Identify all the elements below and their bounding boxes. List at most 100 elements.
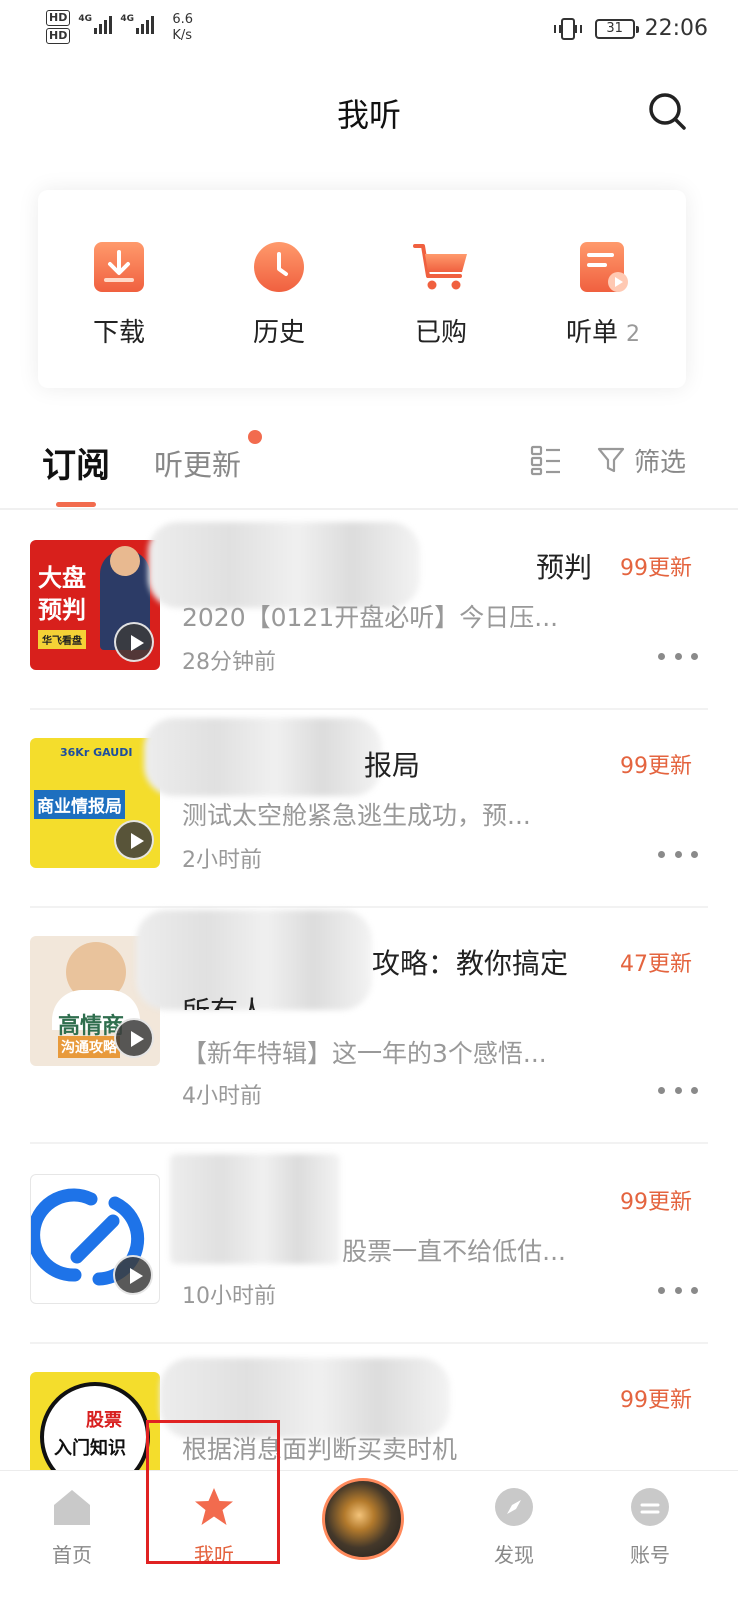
more-button[interactable]	[658, 848, 698, 860]
more-dot-icon	[658, 1286, 665, 1294]
item-title: 报局	[363, 749, 420, 782]
item-description: 2020【0121开盘必听】今日压...	[182, 603, 559, 632]
more-dot-icon	[691, 1286, 698, 1294]
network-type-2: 4G	[120, 14, 134, 24]
layout-toggle-button[interactable]	[530, 444, 562, 476]
play-button[interactable]	[113, 1255, 153, 1295]
quick-playlist[interactable]: 听单 2	[528, 238, 678, 349]
quick-history[interactable]: 历史	[204, 238, 354, 349]
status-time: 22:06	[644, 16, 708, 41]
item-title: 攻略：教你搞定	[371, 947, 568, 980]
list-item[interactable]: 36Kr GAUDI 商业情报局 报局 测试太空舱紧急逃生成功，预... 2小时…	[0, 708, 738, 908]
page-header: 我听	[0, 80, 738, 144]
list-item[interactable]: 股票一直不给低估... 10小时前 99更新	[0, 1144, 738, 1344]
new-update-dot	[248, 430, 262, 444]
cover-line: 入门知识	[54, 1438, 126, 1459]
nav-discover[interactable]: 发现	[454, 1485, 574, 1568]
update-badge: 99更新	[620, 754, 692, 779]
search-icon	[649, 93, 686, 130]
item-description: 股票一直不给低估...	[342, 1237, 566, 1266]
item-time: 2小时前	[182, 848, 262, 873]
clock-icon	[254, 242, 304, 292]
status-right: 31 22:06	[553, 16, 708, 41]
album-cover[interactable]: 大盘 预判 华飞看盘	[30, 540, 160, 670]
cover-line: 大盘	[38, 564, 86, 592]
more-dot-icon	[658, 1086, 665, 1094]
item-title: 预判	[535, 551, 592, 584]
item-time: 4小时前	[182, 1084, 262, 1109]
home-icon	[54, 1490, 90, 1525]
update-badge: 99更新	[620, 556, 692, 581]
play-button[interactable]	[114, 820, 154, 860]
more-dot-icon	[691, 652, 698, 660]
quick-label-playlist: 听单 2	[528, 312, 678, 349]
signal-icon-2: 4G	[120, 10, 155, 34]
more-dot-icon	[691, 1086, 698, 1094]
page-title: 我听	[336, 96, 401, 134]
battery-icon: 31	[594, 18, 639, 39]
cover-subtitle: 华飞看盘	[38, 630, 86, 649]
more-dot-icon	[674, 1086, 682, 1094]
speed-unit: K/s	[172, 28, 193, 43]
account-icon	[631, 1488, 669, 1526]
cover-line: 商业情报局	[34, 790, 125, 819]
tab-updates[interactable]: 听更新	[154, 442, 241, 484]
search-button[interactable]	[646, 90, 690, 134]
quick-actions-card: 下载 历史 已购 听单 2	[38, 190, 686, 388]
filter-icon	[597, 447, 625, 473]
hd-badge-1: HD	[46, 10, 71, 26]
update-badge: 99更新	[620, 1388, 692, 1413]
signal-icon-1: 4G	[78, 10, 113, 34]
album-cover[interactable]: 36Kr GAUDI 商业情报局	[30, 738, 160, 868]
more-dot-icon	[658, 652, 665, 660]
item-time: 10小时前	[182, 1284, 276, 1309]
more-button[interactable]	[658, 650, 698, 662]
highlight-annotation-box	[146, 1420, 280, 1564]
cover-subtitle: 36Kr GAUDI	[60, 746, 133, 759]
quick-download[interactable]: 下载	[44, 238, 194, 349]
more-dot-icon	[674, 850, 682, 858]
more-dot-icon	[691, 850, 698, 858]
album-cover[interactable]: 股票 入门知识	[30, 1372, 160, 1470]
nav-account[interactable]: 账号	[590, 1485, 710, 1568]
host-face	[110, 546, 140, 576]
list-item[interactable]: 股票 入门知识 根据消息面判断买卖时机 99更新	[0, 1342, 738, 1470]
speed-value: 6.6	[172, 12, 194, 27]
more-dot-icon	[674, 1286, 682, 1294]
cover-line: 股票	[86, 1410, 122, 1431]
network-type-1: 4G	[78, 14, 92, 24]
more-button[interactable]	[658, 1084, 698, 1096]
nav-label-discover: 发现	[494, 1543, 534, 1567]
filter-button[interactable]: 筛选	[596, 440, 686, 480]
more-dot-icon	[658, 850, 665, 858]
quick-label-download: 下载	[92, 318, 145, 348]
album-cover[interactable]	[30, 1174, 160, 1304]
list-item[interactable]: 大盘 预判 华飞看盘 预判 2020【0121开盘必听】今日压... 28分钟前…	[0, 510, 738, 710]
compass-icon	[495, 1488, 533, 1526]
quick-purchased[interactable]: 已购	[366, 238, 516, 349]
nav-label-account: 账号	[630, 1543, 670, 1567]
item-time: 28分钟前	[182, 650, 276, 675]
cover-line: 预判	[38, 596, 86, 624]
vibrate-icon	[553, 17, 582, 40]
cart-icon	[413, 244, 467, 290]
list-item[interactable]: 高情商 沟通攻略 攻略：教你搞定 所有人 【新年特辑】这一年的3个感悟... 4…	[0, 906, 738, 1144]
update-badge: 99更新	[620, 1190, 692, 1215]
content-tabs: 订阅 听更新 筛选	[0, 430, 738, 510]
playlist-label: 听单	[565, 318, 618, 348]
cover-line: 沟通攻略	[58, 1036, 120, 1058]
network-speed: 6.6 K/s	[172, 12, 193, 44]
now-playing-disc[interactable]	[322, 1478, 404, 1560]
play-button[interactable]	[114, 1018, 154, 1058]
nav-label-home: 首页	[52, 1543, 92, 1567]
more-button[interactable]	[658, 1284, 698, 1296]
update-badge: 47更新	[620, 952, 692, 977]
status-bar: HD HD 4G 4G 6.6 K/s 31 22:06	[0, 0, 738, 62]
tab-subscribe[interactable]: 订阅	[42, 438, 110, 487]
download-icon	[94, 242, 144, 292]
quick-label-purchased: 已购	[414, 318, 467, 348]
item-description: 测试太空舱紧急逃生成功，预...	[182, 801, 531, 830]
play-button[interactable]	[114, 622, 154, 662]
nav-home[interactable]: 首页	[12, 1485, 132, 1568]
filter-label: 筛选	[634, 447, 687, 478]
